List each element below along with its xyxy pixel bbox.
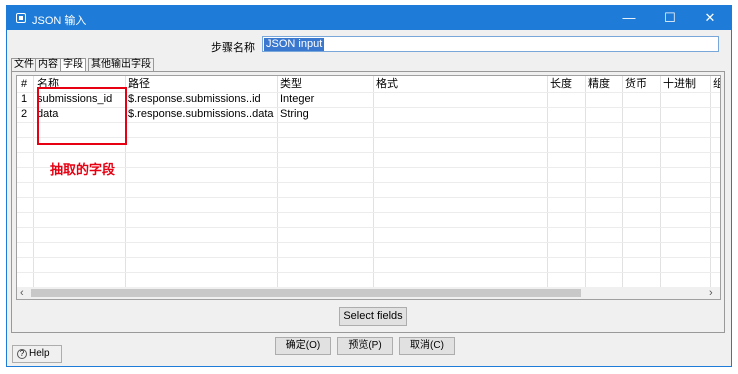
table-row-index: 1 <box>21 93 28 105</box>
scroll-right-icon[interactable]: › <box>709 287 713 299</box>
column-header-currency[interactable]: 货币 <box>625 77 647 92</box>
scroll-left-icon[interactable]: ‹ <box>20 287 24 299</box>
table-cell-path[interactable]: $.response.submissions..data <box>128 107 274 122</box>
column-header-type[interactable]: 类型 <box>280 77 302 92</box>
minimize-button[interactable]: — <box>616 9 642 27</box>
select-fields-button[interactable]: Select fields <box>339 307 407 326</box>
help-button[interactable]: ? Help <box>12 345 62 363</box>
scrollbar-thumb[interactable] <box>31 289 581 297</box>
table-cell-path[interactable]: $.response.submissions..id <box>128 92 261 107</box>
fields-table[interactable]: # 名称 路径 类型 格式 长度 精度 货币 十进制 组 1 submissio… <box>16 75 721 300</box>
help-icon: ? <box>17 349 27 359</box>
close-button[interactable]: ✕ <box>697 9 723 27</box>
annotation-label: 抽取的字段 <box>50 162 116 177</box>
annotation-highlight-box <box>37 87 127 145</box>
table-cell-type[interactable]: Integer <box>280 92 314 107</box>
column-header-decimal[interactable]: 十进制 <box>663 77 696 92</box>
maximize-button[interactable]: ☐ <box>657 9 683 27</box>
column-header-length[interactable]: 长度 <box>550 77 572 92</box>
preview-button[interactable]: 预览(P) <box>337 337 393 355</box>
column-header-index[interactable]: # <box>21 77 27 92</box>
app-icon <box>16 13 26 23</box>
window-title: JSON 输入 <box>32 15 87 27</box>
column-header-group[interactable]: 组 <box>713 77 720 92</box>
tab-other-output-fields[interactable]: 其他输出字段 <box>88 58 154 72</box>
title-bar[interactable]: JSON 输入 — ☐ ✕ <box>7 6 731 30</box>
step-name-input[interactable] <box>262 36 719 52</box>
horizontal-scrollbar[interactable]: ‹ › <box>17 287 720 299</box>
table-cell-type[interactable]: String <box>280 107 309 122</box>
dialog-footer: ? Help 确定(O) 预览(P) 取消(C) <box>7 334 731 366</box>
column-header-path[interactable]: 路径 <box>128 77 150 92</box>
tab-file[interactable]: 文件 <box>11 58 37 72</box>
step-name-value[interactable]: JSON input <box>264 38 325 51</box>
step-name-label: 步骤名称 <box>211 42 255 54</box>
help-label: Help <box>29 348 50 359</box>
step-name-row: 步骤名称 JSON input <box>7 36 731 54</box>
column-header-format[interactable]: 格式 <box>376 77 398 92</box>
tab-fields[interactable]: 字段 <box>60 58 86 72</box>
cancel-button[interactable]: 取消(C) <box>399 337 455 355</box>
ok-button[interactable]: 确定(O) <box>275 337 331 355</box>
json-input-dialog: JSON 输入 — ☐ ✕ 步骤名称 JSON input 文件 内容 字段 其… <box>6 5 732 367</box>
table-row-index: 2 <box>21 108 28 120</box>
column-header-precision[interactable]: 精度 <box>588 77 610 92</box>
tab-content[interactable]: 内容 <box>35 58 61 72</box>
fields-panel: # 名称 路径 类型 格式 长度 精度 货币 十进制 组 1 submissio… <box>11 71 725 333</box>
